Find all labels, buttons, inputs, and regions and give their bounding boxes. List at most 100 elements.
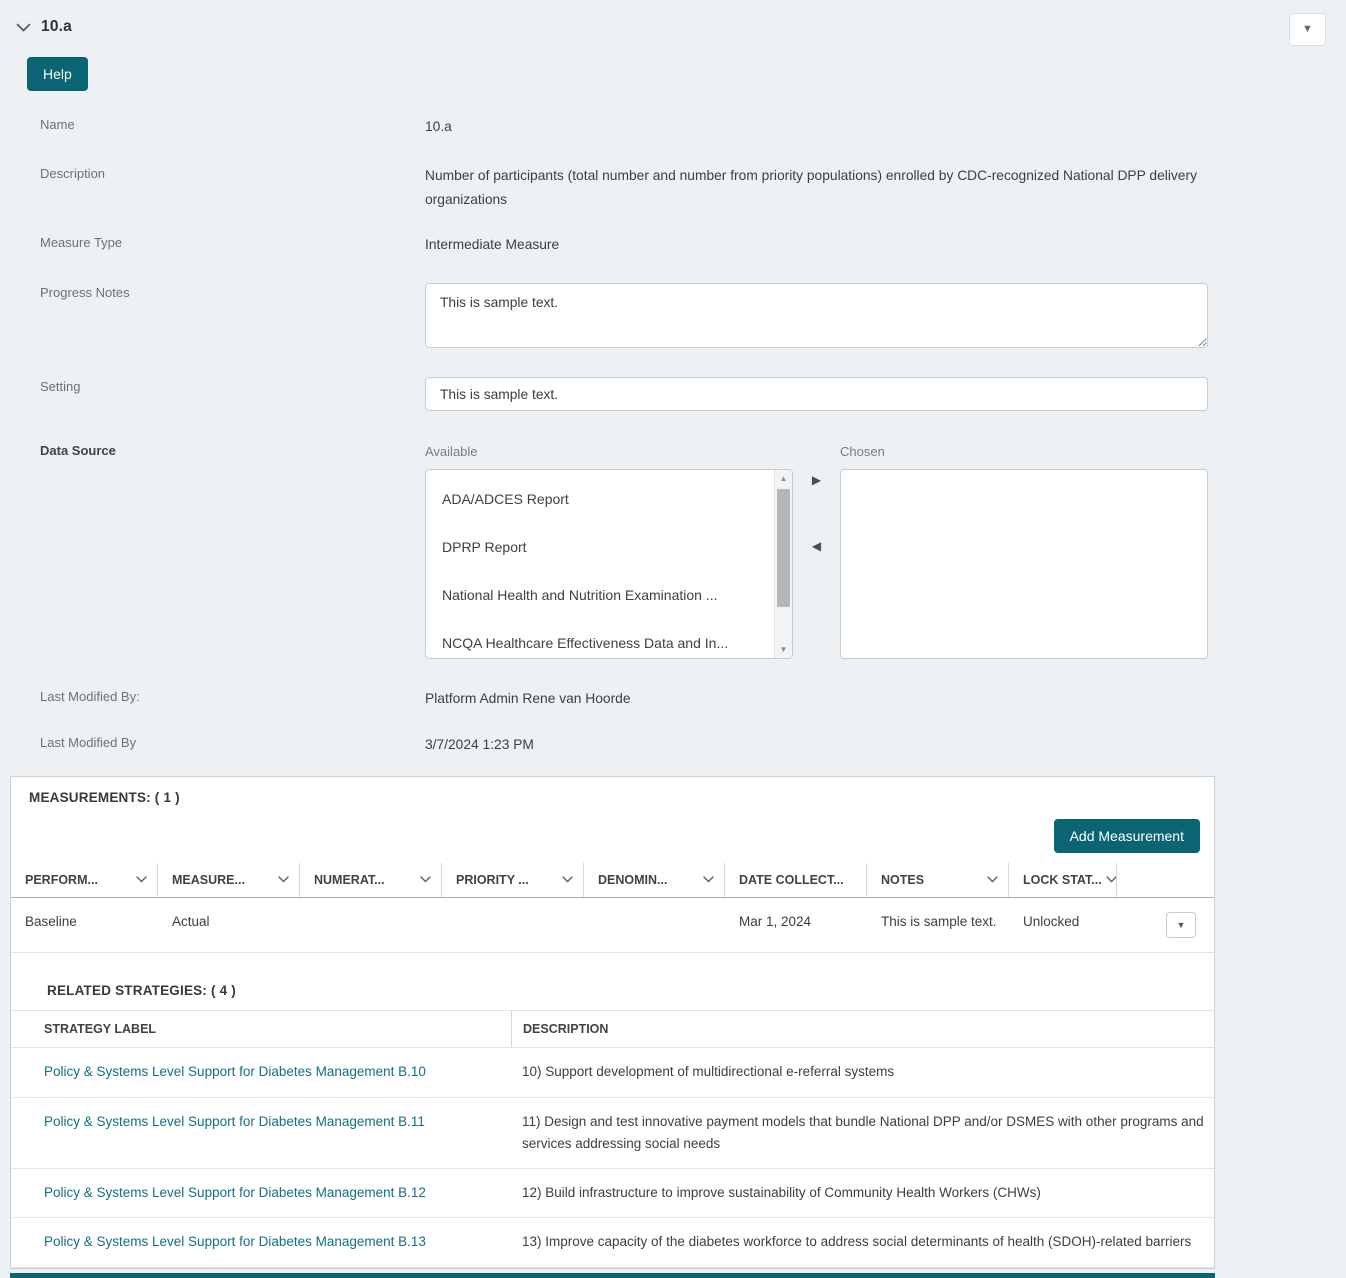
scroll-up-icon[interactable]: ▲ [775, 470, 792, 487]
chevron-down-icon [1106, 874, 1116, 886]
strategy-description: 13) Improve capacity of the diabetes wor… [522, 1234, 1192, 1250]
name-value: 10.a [425, 119, 452, 134]
description-value: Number of participants (total number and… [425, 168, 1197, 207]
field-row-last-modified-by-user: Last Modified By: Platform Admin Rene va… [0, 687, 1346, 710]
chosen-listbox[interactable] [840, 469, 1208, 660]
numerator-cell [300, 898, 442, 952]
related-strategies-table: STRATEGY LABEL DESCRIPTION Policy & Syst… [11, 1010, 1214, 1268]
column-header-label: PRIORITY ... [456, 873, 529, 888]
table-row: Policy & Systems Level Support for Diabe… [11, 1169, 1214, 1219]
column-header-label: MEASURE... [172, 873, 245, 888]
date-collected-cell: Mar 1, 2024 [739, 914, 812, 930]
caret-down-icon: ▼ [1302, 23, 1313, 35]
last-modified-by-date-label: Last Modified By [40, 734, 137, 750]
priority-cell [442, 898, 584, 952]
chosen-label: Chosen [840, 444, 885, 460]
field-row-description: Description Number of participants (tota… [0, 164, 1346, 211]
column-header: DATE COLLECT... [725, 863, 867, 898]
setting-label: Setting [40, 379, 81, 395]
measurements-table: PERFORM... MEASURE... NUMERAT... PRIORITY .… [11, 863, 1214, 954]
chevron-down-icon [987, 874, 998, 886]
field-row-progress-notes: Progress Notes This is sample text. [0, 282, 1346, 355]
related-strategies-title: RELATED STRATEGIES: ( 4 ) [47, 983, 237, 999]
description-label: Description [40, 166, 106, 182]
column-header[interactable]: PRIORITY ... [442, 863, 584, 898]
field-row-last-modified-by-date: Last Modified By 3/7/2024 1:23 PM [0, 733, 1346, 756]
strategy-description: 12) Build infrastructure to improve sust… [522, 1185, 1041, 1201]
setting-input[interactable] [425, 377, 1208, 412]
available-label: Available [425, 444, 478, 460]
denominator-cell [584, 898, 725, 952]
strategy-link[interactable]: Policy & Systems Level Support for Diabe… [44, 1114, 425, 1129]
section-header: 10.a [0, 0, 1346, 36]
chevron-down-icon [278, 874, 289, 886]
last-modified-by-date-value: 3/7/2024 1:23 PM [425, 736, 534, 752]
move-left-icon[interactable]: ◀ [812, 539, 821, 553]
strategy-link[interactable]: Policy & Systems Level Support for Diabe… [44, 1064, 426, 1079]
listbox-option[interactable]: DPRP Report [426, 524, 772, 572]
strategy-link[interactable]: Policy & Systems Level Support for Diabe… [44, 1185, 426, 1200]
lock-status-cell: Unlocked [1023, 914, 1080, 930]
column-header[interactable]: DENOMIN... [584, 863, 725, 898]
row-actions-button[interactable]: ▼ [1166, 912, 1196, 939]
name-label: Name [40, 117, 75, 132]
measurements-table-header: PERFORM... MEASURE... NUMERAT... PRIORITY .… [11, 863, 1214, 899]
field-row-measure-type: Measure Type Intermediate Measure [0, 233, 1346, 256]
chevron-down-icon [562, 874, 573, 886]
measure-cell: Actual [172, 914, 210, 930]
data-source-duallist: Available ADA/ADCES Report DPRP Report Nat… [425, 441, 1208, 660]
caret-down-icon: ▼ [1176, 919, 1186, 930]
move-right-icon[interactable]: ▶ [812, 473, 821, 487]
column-header-label: DATE COLLECT... [739, 873, 844, 888]
listbox-option[interactable]: NCQA Healthcare Effectiveness Data and I… [426, 620, 772, 659]
column-header[interactable]: PERFORM... [11, 863, 158, 898]
page-title: 10.a [41, 18, 72, 35]
field-row-setting: Setting [0, 377, 1346, 412]
progress-notes-input[interactable]: This is sample text. [425, 282, 1208, 348]
column-header-label: PERFORM... [25, 873, 98, 888]
column-header[interactable]: NUMERAT... [300, 863, 442, 898]
column-header-label: DENOMIN... [598, 873, 668, 888]
column-header-label: NUMERAT... [314, 873, 385, 888]
actions-column-header [1117, 863, 1214, 897]
add-measurement-button[interactable]: Add Measurement [1053, 819, 1200, 854]
column-header[interactable]: LOCK STAT... [1009, 863, 1117, 898]
field-row-name: Name 10.a [0, 115, 1346, 138]
description-column-header: DESCRIPTION [511, 1011, 1214, 1048]
help-button[interactable]: Help [27, 57, 88, 91]
measurements-title: MEASUREMENTS: ( 1 ) [29, 790, 180, 806]
measure-type-value: Intermediate Measure [425, 237, 560, 253]
listbox-option[interactable]: National Health and Nutrition Examinatio… [426, 572, 772, 620]
section-menu-button[interactable]: ▼ [1289, 13, 1326, 46]
chevron-down-icon [703, 874, 714, 886]
column-header-label: NOTES [881, 873, 925, 888]
last-modified-by-user-label: Last Modified By: [40, 689, 140, 705]
listbox-scrollbar[interactable]: ▲ ▼ [774, 470, 792, 659]
strategy-description: 10) Support development of multidirectio… [522, 1064, 895, 1080]
column-header[interactable]: MEASURE... [158, 863, 300, 898]
scroll-down-icon[interactable]: ▼ [775, 641, 792, 658]
data-source-label: Data Source [40, 443, 116, 459]
strategy-label-column-header: STRATEGY LABEL [44, 1022, 157, 1037]
field-row-data-source: Data Source Available ADA/ADCES Report DP… [0, 441, 1346, 660]
last-modified-by-user-value: Platform Admin Rene van Hoorde [425, 691, 631, 707]
measure-type-label: Measure Type [40, 235, 123, 251]
performance-cell: Baseline [25, 914, 77, 930]
measure-detail-form: Name 10.a Description Number of particip… [0, 115, 1346, 756]
strategies-table-header: STRATEGY LABEL DESCRIPTION [11, 1010, 1214, 1049]
measurements-panel: MEASUREMENTS: ( 1 ) Add Measurement PERF… [10, 776, 1215, 1269]
scrollbar-thumb[interactable] [777, 489, 790, 608]
column-header[interactable]: NOTES [867, 863, 1009, 898]
progress-notes-label: Progress Notes [40, 284, 130, 300]
available-listbox[interactable]: ADA/ADCES Report DPRP Report National Heal… [425, 469, 793, 660]
chevron-down-icon [420, 874, 431, 886]
table-row: Policy & Systems Level Support for Diabe… [11, 1098, 1214, 1170]
listbox-option[interactable]: ADA/ADCES Report [426, 476, 772, 524]
table-row: Policy & Systems Level Support for Diabe… [11, 1218, 1214, 1268]
strategy-description: 11) Design and test innovative payment m… [522, 1113, 1204, 1151]
notes-cell: This is sample text. [881, 914, 997, 930]
chevron-down-icon[interactable] [16, 23, 31, 32]
table-row: Baseline Actual Mar 1, 2024 This is sample … [11, 898, 1214, 954]
table-row: Policy & Systems Level Support for Diabe… [11, 1048, 1214, 1098]
next-section-top-bar [10, 1272, 1215, 1278]
